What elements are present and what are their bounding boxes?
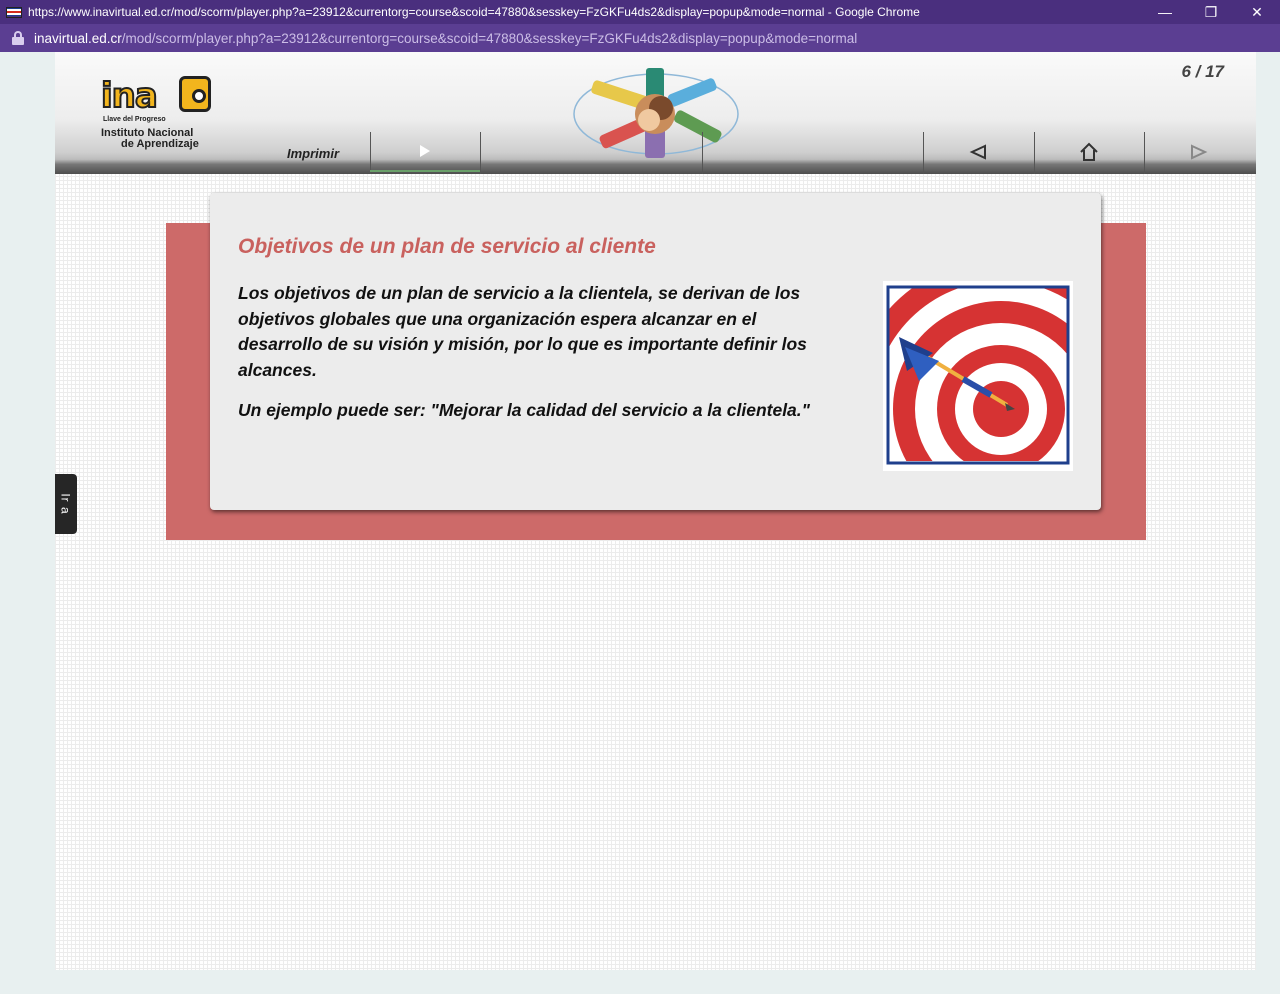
nav-divider xyxy=(702,132,703,174)
close-button[interactable]: ✕ xyxy=(1234,0,1280,24)
page-counter: 6 / 17 xyxy=(1181,62,1224,81)
dartboard-target-image xyxy=(883,281,1073,471)
home-icon xyxy=(1080,142,1098,161)
content-example: Un ejemplo puede ser: "Mejorar la calida… xyxy=(238,400,810,420)
play-button[interactable] xyxy=(370,132,480,172)
lock-icon xyxy=(12,31,24,45)
play-icon xyxy=(420,145,430,157)
content-card: Objetivos de un plan de servicio al clie… xyxy=(210,193,1101,510)
window-title-bar: https://www.inavirtual.ed.cr/mod/scorm/p… xyxy=(0,0,1280,24)
url-host: inavirtual.ed.cr xyxy=(34,30,122,46)
goto-tab-label: Ir a xyxy=(59,493,73,515)
content-paragraph: Los objetivos de un plan de servicio a l… xyxy=(238,283,807,380)
print-button[interactable]: Imprimir xyxy=(287,146,339,161)
restore-button[interactable]: ❐ xyxy=(1188,0,1234,24)
minimize-button[interactable]: — xyxy=(1142,0,1188,24)
goto-side-tab[interactable]: Ir a xyxy=(55,474,77,534)
window-title: https://www.inavirtual.ed.cr/mod/scorm/p… xyxy=(28,5,920,19)
forward-arrow-icon xyxy=(1191,144,1208,160)
next-page-button[interactable] xyxy=(1144,132,1254,172)
course-nav-bar: Imprimir xyxy=(55,132,1256,174)
course-header: ina Llave del Progreso Instituto Naciona… xyxy=(55,52,1256,174)
logo-slogan: Llave del Progreso xyxy=(103,116,166,123)
home-button[interactable] xyxy=(1034,132,1144,172)
back-arrow-icon xyxy=(969,144,986,160)
address-bar[interactable]: inavirtual.ed.cr/mod/scorm/player.php?a=… xyxy=(0,24,1280,52)
scorm-page: ina Llave del Progreso Instituto Naciona… xyxy=(55,52,1256,970)
flag-icon xyxy=(6,6,22,18)
nav-divider xyxy=(480,132,481,174)
content-title: Objetivos de un plan de servicio al clie… xyxy=(238,235,656,258)
logo-wordmark: ina xyxy=(100,75,159,117)
key-icon xyxy=(179,76,211,112)
previous-page-button[interactable] xyxy=(923,132,1033,172)
url-path: /mod/scorm/player.php?a=23912&currentorg… xyxy=(121,30,858,46)
